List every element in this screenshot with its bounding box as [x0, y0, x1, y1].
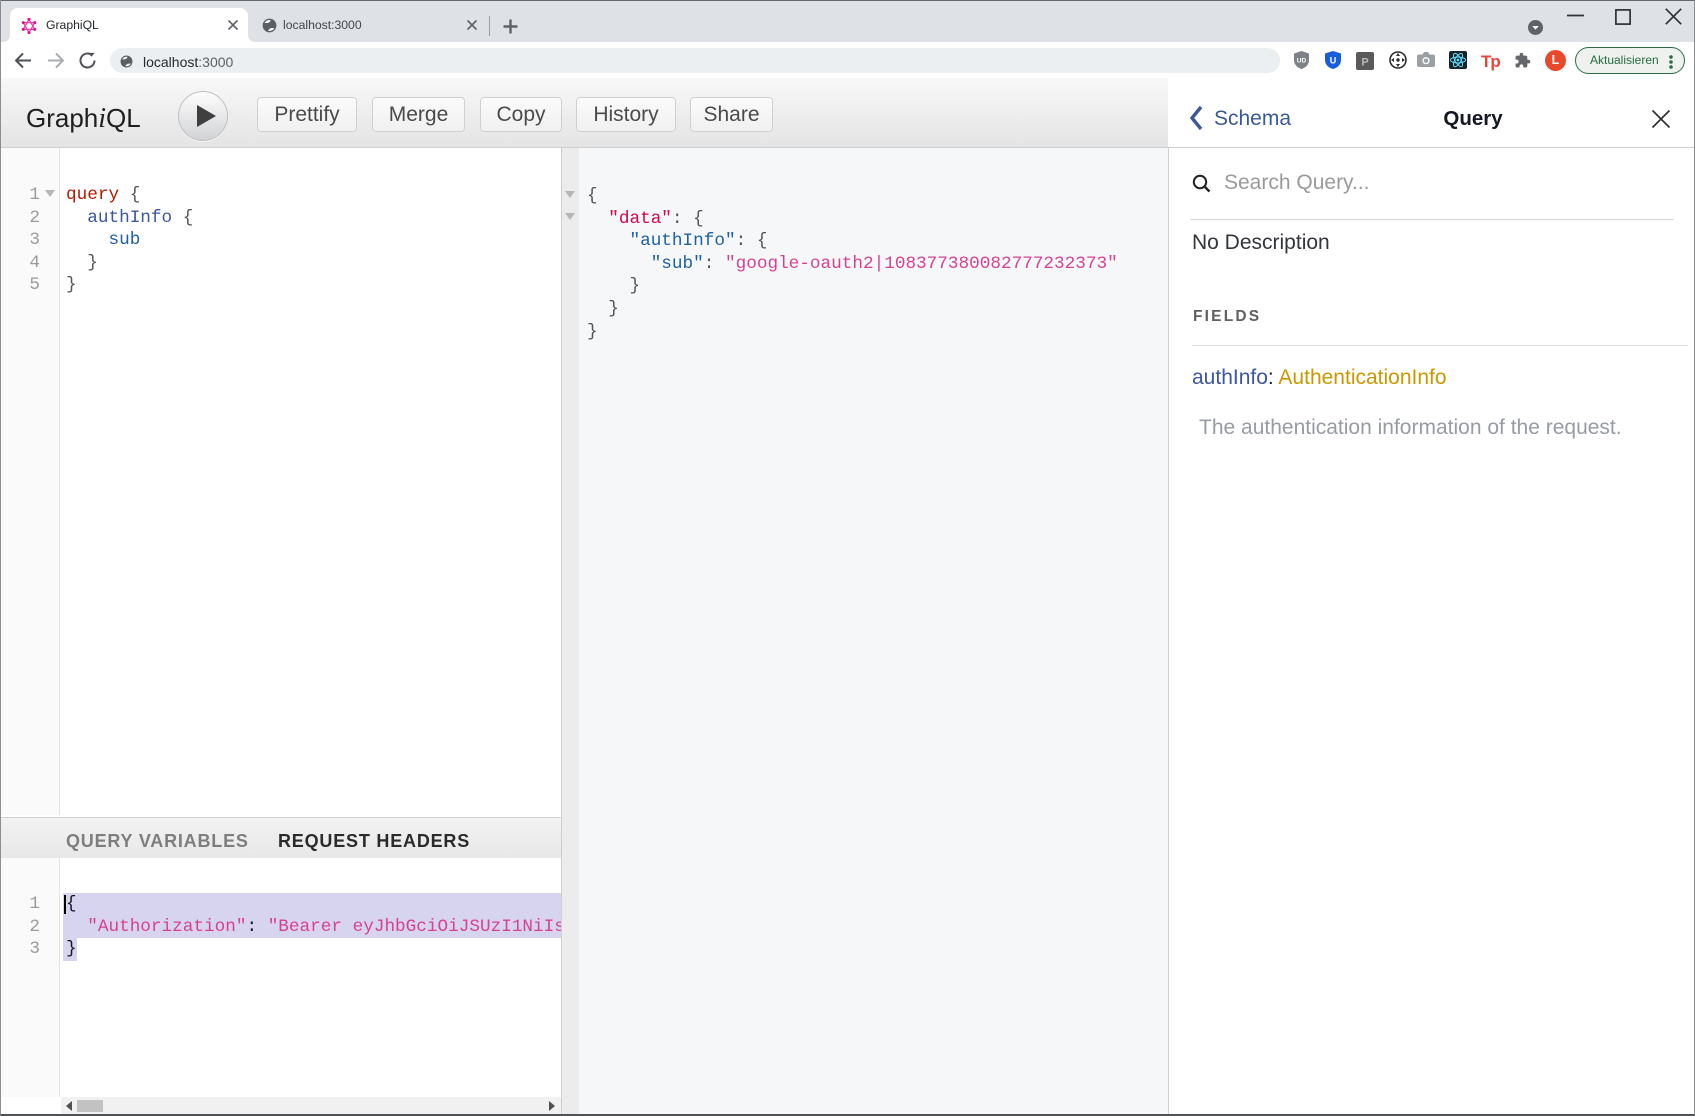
- svg-text:UD: UD: [1297, 58, 1307, 65]
- svg-text:P: P: [1361, 57, 1368, 69]
- svg-text:U: U: [1330, 56, 1337, 66]
